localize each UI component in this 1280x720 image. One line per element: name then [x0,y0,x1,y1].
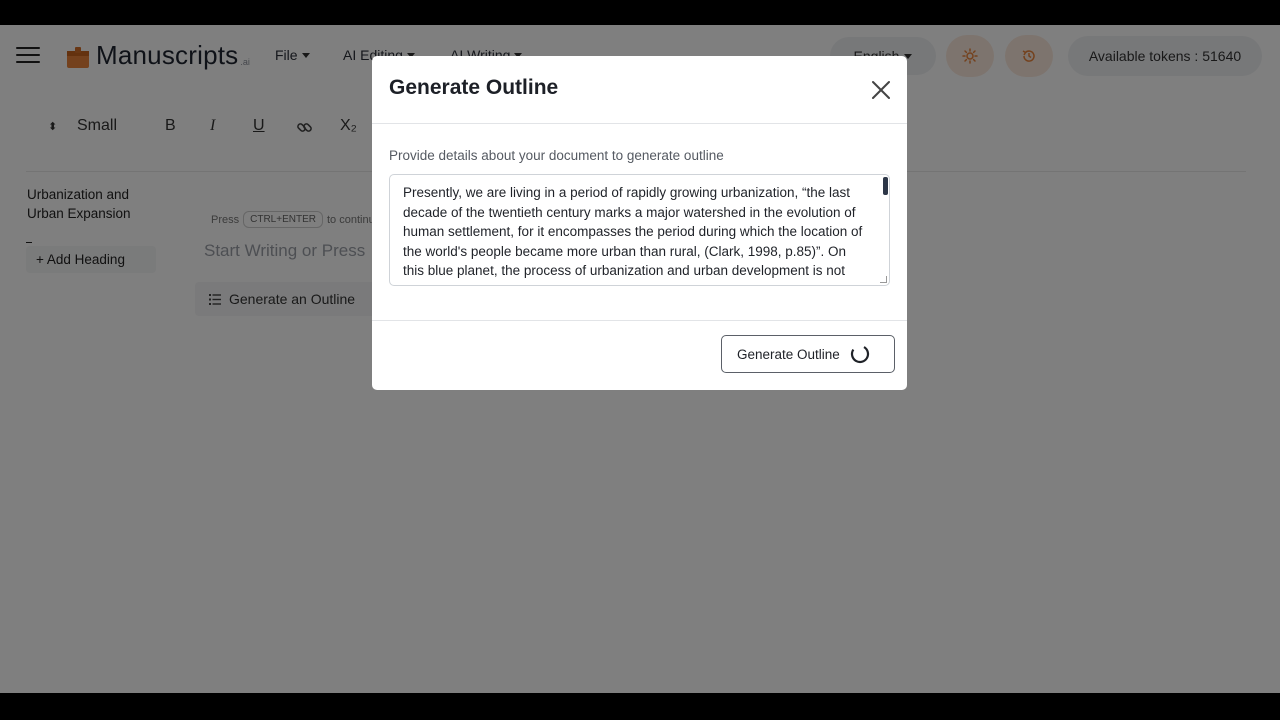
modal-body: Provide details about your document to g… [372,124,907,321]
generate-outline-button-label: Generate Outline [737,346,840,362]
textarea-scrollbar[interactable] [883,177,888,195]
modal-header: Generate Outline [372,56,907,124]
generate-outline-button[interactable]: Generate Outline [721,335,895,373]
loading-spinner-icon [850,344,870,364]
document-details-textarea[interactable]: Presently, we are living in a period of … [390,175,889,285]
modal-footer: Generate Outline [372,321,907,390]
resize-grip-icon[interactable] [880,276,887,283]
close-icon[interactable] [870,79,892,101]
generate-outline-modal: Generate Outline Provide details about y… [372,56,907,390]
modal-title: Generate Outline [389,76,559,99]
document-details-field-wrapper: Presently, we are living in a period of … [389,174,890,286]
document-details-label: Provide details about your document to g… [389,148,724,163]
